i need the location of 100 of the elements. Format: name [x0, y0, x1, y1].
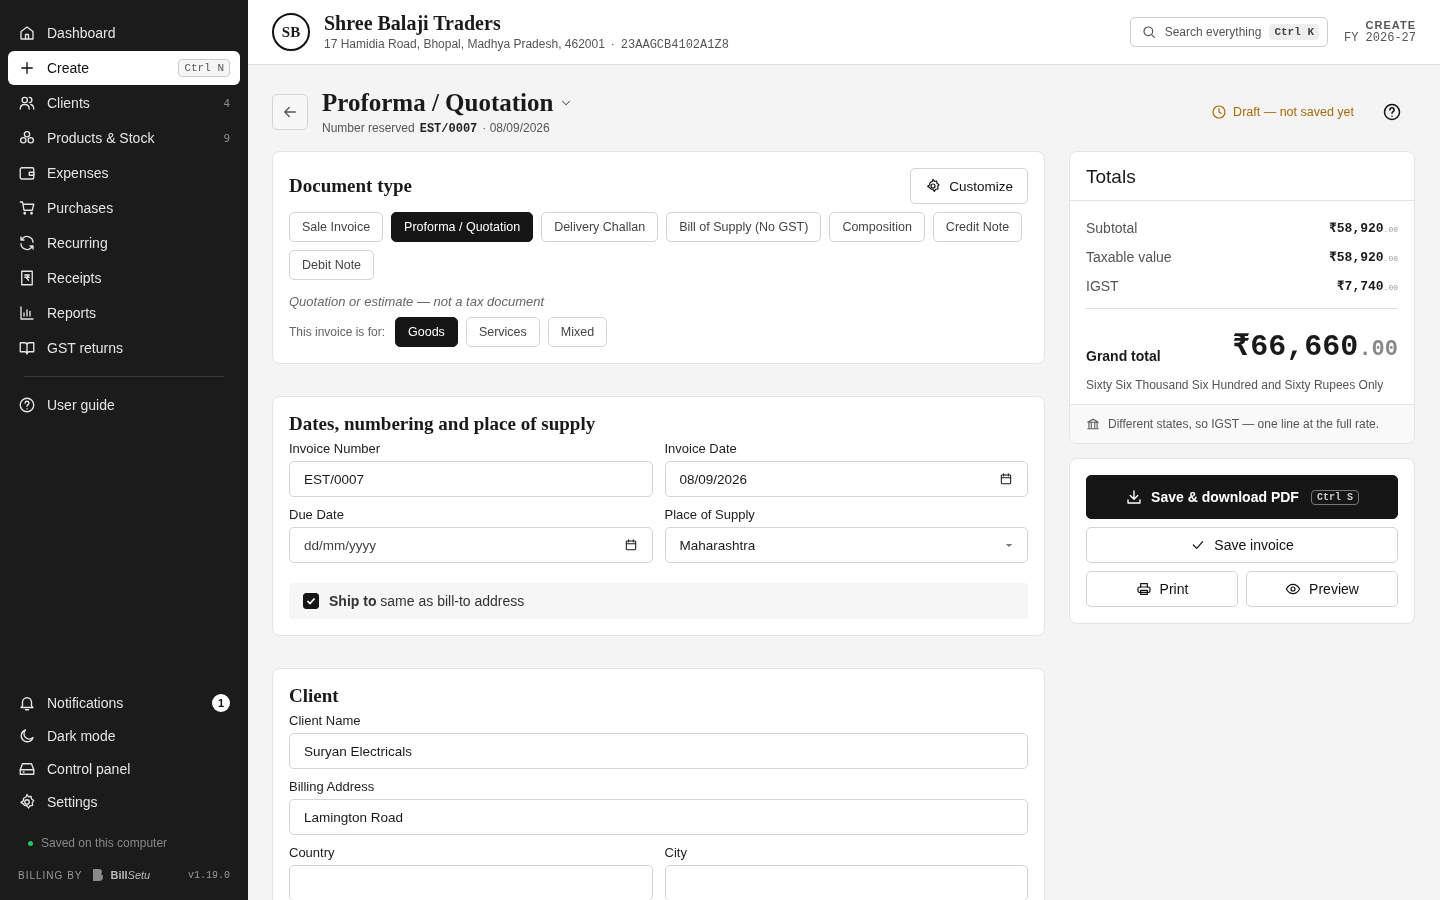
shortcut-hint: Ctrl N [178, 59, 230, 77]
supply-type-option[interactable]: Mixed [547, 317, 608, 347]
refresh-icon [18, 234, 36, 252]
sidebar-item-label: Reports [47, 305, 98, 321]
input-field[interactable]: Maharashtra [664, 527, 1028, 563]
home-icon [18, 24, 36, 42]
field-label: City [664, 845, 688, 860]
clock-icon [1211, 104, 1228, 120]
card-title: Document type [289, 175, 412, 197]
field-label: Due Date [289, 507, 345, 522]
sidebar-item[interactable]: Reports [8, 296, 240, 330]
input-field[interactable]: EST/0007 [289, 461, 653, 497]
sidebar-item[interactable]: Dark mode [8, 719, 240, 752]
wallet-icon [18, 164, 36, 182]
document-type-option[interactable]: Debit Note [289, 250, 375, 280]
document-type-option[interactable]: Credit Note [932, 212, 1023, 242]
document-type-option[interactable]: Composition [829, 212, 925, 242]
sidebar-item[interactable]: Notifications 1 [8, 686, 240, 719]
card-title: Dates, numbering and place of supply [289, 413, 597, 435]
cart-icon [18, 199, 36, 217]
sidebar-item[interactable]: Purchases [8, 191, 240, 225]
sidebar-item-label: Expenses [47, 165, 110, 181]
business-address: 17 Hamidia Road, Bhopal, Madhya Pradesh, 462001 [324, 37, 605, 51]
sidebar-item-label: Create [47, 60, 91, 76]
brand-name: BillSetu [110, 869, 152, 881]
sidebar-item-label: Products & Stock [47, 130, 156, 146]
back-button[interactable] [272, 94, 308, 130]
sidebar-item[interactable]: Settings [8, 785, 240, 818]
sidebar-item-label: Notifications [47, 694, 125, 711]
save-download-button[interactable]: Save & download PDF Ctrl S [1086, 475, 1398, 519]
help-icon [18, 396, 36, 414]
sidebar-item-label: GST returns [47, 340, 124, 356]
check-icon [305, 595, 317, 607]
page-title: Proforma / Quotation [322, 88, 554, 117]
reserved-label: Number reserved [322, 120, 415, 135]
sidebar-item-label: Dark mode [47, 727, 117, 744]
sidebar-item[interactable]: GST returns [8, 331, 240, 365]
document-type-note: Quotation or estimate — not a tax document [289, 294, 546, 309]
eye-icon [1285, 581, 1302, 597]
supply-type-option[interactable]: Goods [395, 317, 458, 347]
sidebar-item[interactable]: Create Ctrl N [8, 51, 240, 85]
sidebar-item[interactable]: Products & Stock 9 [8, 121, 240, 155]
total-amount: ₹7,740.00 [1336, 277, 1398, 294]
field-label: Country [289, 845, 336, 860]
business-name: Shree Balaji Traders [324, 12, 502, 35]
document-number: EST/0007 [419, 121, 478, 136]
sidebar-item-label: Receipts [47, 270, 103, 286]
search-field[interactable]: Search everything Ctrl K [1129, 17, 1328, 47]
input-field[interactable]: 08/09/2026 [664, 461, 1028, 497]
checkbox[interactable] [303, 593, 319, 609]
sidebar-item[interactable]: Receipts [8, 261, 240, 295]
gear-icon [925, 178, 942, 194]
bank-icon [1086, 417, 1100, 431]
input-field[interactable]: Lamington Road [289, 799, 1028, 835]
item-count: 4 [223, 96, 230, 110]
amount-in-words: Sixty Six Thousand Six Hundred and Sixty Rupees Only [1086, 378, 1385, 392]
sidebar-item-label: Clients [47, 95, 91, 111]
sidebar-item[interactable]: Clients 4 [8, 86, 240, 120]
invoice-for-label: This invoice is for: [289, 325, 386, 339]
total-amount: ₹58,920.00 [1328, 248, 1398, 265]
sidebar-item-label: Dashboard [47, 25, 117, 41]
document-type-option[interactable]: Sale Invoice [289, 212, 384, 242]
people-icon [18, 94, 36, 112]
grand-total-amount: ₹66,660.00 [1232, 329, 1398, 364]
save-status: Saved on this computer [41, 836, 168, 850]
sidebar-item[interactable]: Recurring [8, 226, 240, 260]
moon-icon [18, 726, 36, 745]
billing-by-label: BILLING BY [18, 869, 83, 881]
print-button[interactable]: Print [1086, 571, 1238, 607]
sidebar-item-label: Settings [47, 793, 99, 810]
boxes-icon [18, 129, 36, 147]
supply-type-option[interactable]: Services [465, 317, 540, 347]
card-title: Totals [1086, 166, 1136, 187]
download-icon [1125, 488, 1144, 506]
sidebar-item[interactable]: User guide [8, 388, 240, 422]
sidebar-item[interactable]: Expenses [8, 156, 240, 190]
sidebar-item[interactable]: Control panel [8, 752, 240, 785]
draft-status: Draft — not saved yet [1233, 105, 1354, 119]
sidebar-item-label: Purchases [47, 200, 115, 216]
document-type-option[interactable]: Bill of Supply (No GST) [666, 212, 822, 242]
input-field[interactable]: Suryan Electricals [289, 733, 1028, 769]
status-dot [28, 840, 33, 846]
customize-button[interactable]: Customize [910, 168, 1028, 204]
field-label: Invoice Date [664, 441, 738, 456]
sidebar-item-label: Control panel [47, 760, 132, 777]
document-type-option[interactable]: Delivery Challan [541, 212, 659, 242]
fy-caption: CREATE [1365, 19, 1416, 31]
document-date: · 08/09/2026 [482, 120, 550, 135]
input-field[interactable]: dd/mm/yyyy [289, 527, 653, 563]
document-type-option[interactable]: Proforma / Quotation [391, 212, 534, 242]
save-button[interactable]: Save invoice [1086, 527, 1398, 563]
separator-dot: · [610, 37, 615, 51]
tax-note: Different states, so IGST — one line at the full rate. [1108, 417, 1380, 431]
preview-button[interactable]: Preview [1246, 571, 1398, 607]
help-icon[interactable] [1382, 102, 1402, 122]
sidebar-item[interactable]: Dashboard [8, 16, 240, 50]
field-label: Billing Address [289, 779, 376, 794]
total-label: IGST [1086, 277, 1119, 294]
field-label: Place of Supply [664, 507, 756, 522]
book-icon [18, 339, 36, 357]
